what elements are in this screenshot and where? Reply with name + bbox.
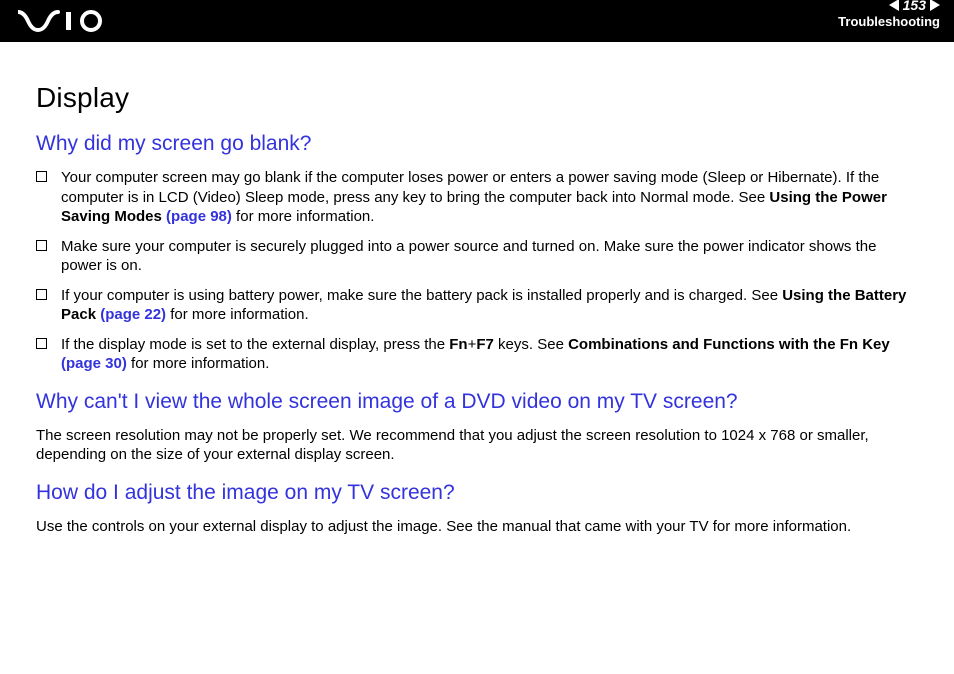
text-bold: Fn bbox=[449, 336, 467, 353]
bullet-icon bbox=[36, 338, 47, 349]
section-name: Troubleshooting bbox=[838, 14, 940, 29]
text-run: keys. See bbox=[494, 336, 568, 353]
question-heading-3: How do I adjust the image on my TV scree… bbox=[36, 481, 918, 505]
vaio-logo-icon bbox=[18, 10, 108, 32]
question-heading-2: Why can't I view the whole screen image … bbox=[36, 390, 918, 414]
list-item: If your computer is using battery power,… bbox=[36, 286, 918, 325]
list-item: If the display mode is set to the extern… bbox=[36, 335, 918, 374]
text-run: If your computer is using battery power,… bbox=[61, 287, 782, 304]
bullet-icon bbox=[36, 171, 47, 182]
answer-paragraph-3: Use the controls on your external displa… bbox=[36, 517, 918, 537]
text-run: for more information. bbox=[166, 306, 309, 323]
prev-page-icon[interactable] bbox=[889, 0, 899, 11]
answer-paragraph-2: The screen resolution may not be properl… bbox=[36, 426, 918, 465]
bullet-icon bbox=[36, 289, 47, 300]
page-link[interactable]: (page 30) bbox=[61, 355, 127, 372]
text-run: Your computer screen may go blank if the… bbox=[61, 169, 879, 206]
page-nav: 153 Troubleshooting bbox=[838, 0, 940, 29]
list-item-text: If the display mode is set to the extern… bbox=[61, 335, 918, 374]
text-run: for more information. bbox=[232, 208, 375, 225]
page-content: Display Why did my screen go blank? Your… bbox=[0, 42, 954, 536]
text-bold: Combinations and Functions with the Fn K… bbox=[568, 336, 890, 353]
list-item-text: Make sure your computer is securely plug… bbox=[61, 237, 918, 276]
text-run: If the display mode is set to the extern… bbox=[61, 336, 449, 353]
vaio-logo bbox=[18, 0, 108, 42]
bullet-icon bbox=[36, 240, 47, 251]
header-bar: 153 Troubleshooting bbox=[0, 0, 954, 42]
page-link[interactable]: (page 22) bbox=[100, 306, 166, 323]
question-heading-1: Why did my screen go blank? bbox=[36, 132, 918, 156]
list-item: Make sure your computer is securely plug… bbox=[36, 237, 918, 276]
page-number: 153 bbox=[903, 0, 926, 13]
list-item-text: If your computer is using battery power,… bbox=[61, 286, 918, 325]
next-page-icon[interactable] bbox=[930, 0, 940, 11]
answer-list-1: Your computer screen may go blank if the… bbox=[36, 168, 918, 374]
text-bold: F7 bbox=[476, 336, 494, 353]
text-run: Make sure your computer is securely plug… bbox=[61, 238, 876, 275]
text-run: for more information. bbox=[127, 355, 270, 372]
page-title: Display bbox=[36, 82, 918, 114]
page-link[interactable]: (page 98) bbox=[166, 208, 232, 225]
list-item: Your computer screen may go blank if the… bbox=[36, 168, 918, 227]
list-item-text: Your computer screen may go blank if the… bbox=[61, 168, 918, 227]
